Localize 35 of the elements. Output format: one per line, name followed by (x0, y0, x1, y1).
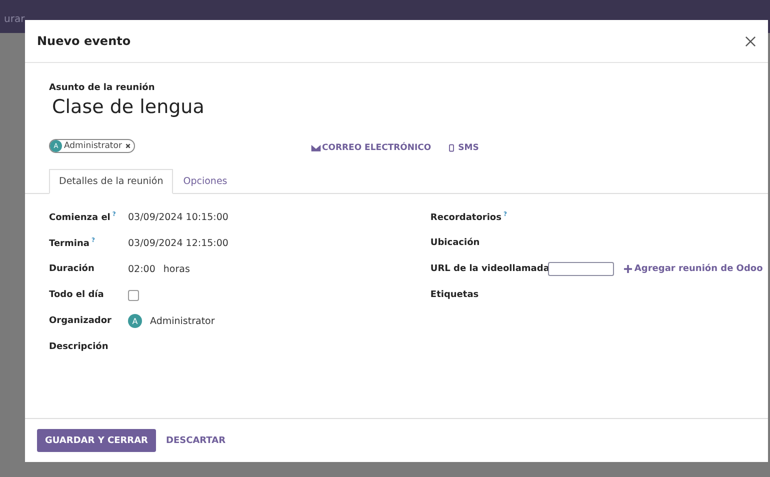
sms-button[interactable]: SMS (449, 143, 479, 153)
field-label: Descripción (49, 342, 110, 352)
unit-label: horas (163, 264, 190, 274)
email-button[interactable]: CORREO ELECTRÓNICO (311, 143, 432, 153)
field-value[interactable]: 03/09/2024 10:15:00 (128, 212, 228, 222)
attendee-name: Administrator (64, 140, 122, 150)
discard-button[interactable]: DESCARTAR (158, 429, 234, 452)
field-label: Ubicación (430, 238, 481, 248)
phone-icon (449, 144, 454, 152)
field-label: Organizador (49, 316, 112, 326)
envelope-icon (311, 144, 321, 152)
field-label: Etiquetas (430, 290, 480, 300)
subject-field[interactable]: Clase de lengua (52, 96, 204, 118)
field-label: Duración (49, 264, 96, 274)
duration-value[interactable]: 02:00 (128, 264, 156, 274)
tab[interactable]: Detalles de la reunión (49, 169, 174, 194)
field-label: Termina $^{?}$ (49, 237, 96, 249)
plus-icon (624, 265, 632, 273)
add-link[interactable]: Agregar reunión de Odoo (624, 264, 763, 274)
field-label: Asunto de la reunión (49, 83, 156, 93)
remove-icon (124, 142, 131, 148)
tab[interactable]: Opciones (173, 169, 238, 194)
field-label: Todo el día (49, 290, 105, 300)
user-name[interactable]: Administrator (150, 316, 215, 326)
field-label: Comienza el $^{?}$ (49, 211, 117, 223)
dialog-title: Nuevo evento (37, 34, 131, 48)
close-icon[interactable] (745, 36, 756, 46)
avatar: A (128, 314, 142, 328)
field-label: URL de la videollamada (430, 264, 548, 274)
field-label: Recordatorios $^{?}$ (430, 211, 508, 223)
input-field[interactable] (548, 262, 614, 276)
save-button[interactable]: GUARDAR Y CERRAR (37, 429, 156, 452)
menu-text: urar (4, 14, 25, 25)
field-value[interactable]: 03/09/2024 12:15:00 (128, 238, 228, 248)
checkbox[interactable] (128, 290, 139, 300)
